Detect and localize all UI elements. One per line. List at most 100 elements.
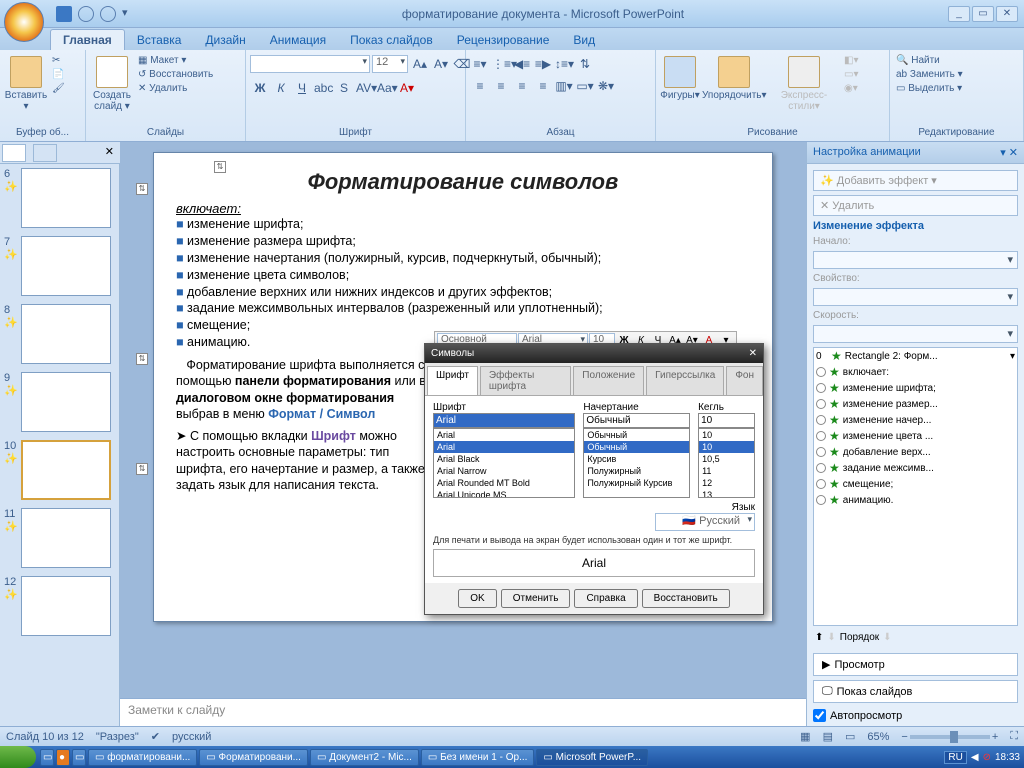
dlg-tab-font[interactable]: Шрифт — [427, 366, 478, 395]
style-listbox[interactable]: ОбычныйОбычныйКурсивПолужирныйПолужирный… — [583, 428, 690, 498]
grow-font-button[interactable]: A▴ — [410, 54, 430, 74]
list-item[interactable]: Обычный — [584, 429, 689, 441]
cut-button[interactable]: ✂ — [50, 54, 67, 67]
taskbar-item[interactable]: ▭ Документ2 - Mic... — [310, 749, 419, 766]
slideshow-button[interactable]: 🖵 Показ слайдов — [813, 680, 1018, 703]
slides-tab-icon[interactable] — [2, 144, 26, 162]
quicklaunch[interactable]: ▭ — [40, 749, 54, 766]
arrange-button[interactable]: Упорядочить▾ — [702, 54, 766, 101]
numbering-button[interactable]: ⋮≡▾ — [491, 54, 511, 74]
office-button[interactable] — [4, 2, 44, 42]
size-input[interactable]: 10 — [698, 413, 755, 428]
preview-button[interactable]: ▶ Просмотр — [813, 653, 1018, 676]
redo-icon[interactable] — [100, 6, 116, 22]
anim-item[interactable]: ★включает: — [814, 364, 1017, 380]
list-item[interactable]: Arial Narrow — [434, 465, 574, 477]
list-item[interactable]: Arial — [434, 441, 574, 453]
style-input[interactable]: Обычный — [583, 413, 690, 428]
taskbar-item[interactable]: ▭ Microsoft PowerP... — [536, 749, 648, 766]
qat-dropdown-icon[interactable]: ▾ — [122, 6, 138, 22]
add-effect-button[interactable]: ✨ Добавить эффект ▾ — [813, 170, 1018, 191]
anim-item[interactable]: ★изменение размер... — [814, 396, 1017, 412]
list-item[interactable]: Обычный — [584, 441, 689, 453]
underline-button[interactable]: Ч — [292, 78, 312, 98]
select-button[interactable]: ▭ Выделить ▾ — [894, 82, 965, 95]
thumbnail-8[interactable]: 8✨ — [4, 304, 115, 364]
dialog-close-icon[interactable]: ✕ — [749, 348, 757, 359]
language-status[interactable]: русский — [172, 731, 211, 743]
thumbnail-6[interactable]: 6✨ — [4, 168, 115, 228]
list-item[interactable]: Arial Rounded MT Bold — [434, 477, 574, 489]
anim-item[interactable]: ★задание межсимв... — [814, 460, 1017, 476]
replace-button[interactable]: ab Заменить ▾ — [894, 68, 965, 81]
bullets-button[interactable]: ≡▾ — [470, 54, 490, 74]
thumbnail-9[interactable]: 9✨ — [4, 372, 115, 432]
list-item[interactable]: 13 — [699, 489, 754, 498]
format-painter-button[interactable]: 🖌 — [50, 82, 67, 95]
zoom-in-icon[interactable]: + — [992, 731, 998, 743]
lang-combo[interactable]: 🇷🇺 Русский — [655, 513, 755, 531]
tab-design[interactable]: Дизайн — [193, 30, 257, 50]
delete-slide-button[interactable]: ✕ Удалить — [136, 82, 215, 95]
anim-item[interactable]: 0★Rectangle 2: Форм...▾ — [814, 348, 1017, 364]
tab-home[interactable]: Главная — [50, 29, 125, 50]
move-up-icon[interactable]: ⬆ — [815, 632, 823, 643]
font-size-combo[interactable]: 12 — [372, 55, 408, 73]
font-family-combo[interactable] — [250, 55, 370, 73]
list-item[interactable]: Arial — [434, 429, 574, 441]
quicklaunch[interactable]: ▭ — [72, 749, 86, 766]
dialog-titlebar[interactable]: Символы✕ — [425, 344, 763, 363]
anim-item[interactable]: ★смещение; — [814, 476, 1017, 492]
fit-to-window-icon[interactable]: ⛶ — [1010, 730, 1018, 743]
find-button[interactable]: 🔍 Найти — [894, 54, 965, 67]
zoom-level[interactable]: 65% — [867, 731, 889, 743]
italic-button[interactable]: К — [271, 78, 291, 98]
start-combo[interactable] — [813, 251, 1018, 269]
close-button[interactable]: ✕ — [996, 6, 1018, 22]
align-center-button[interactable]: ≡ — [491, 76, 511, 96]
list-item[interactable]: Полужирный — [584, 465, 689, 477]
tray-icon[interactable]: ⊘ — [983, 752, 991, 763]
minimize-button[interactable]: _ — [948, 6, 970, 22]
paste-button[interactable]: Вставить ▾ — [4, 54, 48, 112]
restore-button[interactable]: Восстановить — [642, 589, 730, 608]
thumbnail-12[interactable]: 12✨ — [4, 576, 115, 636]
placeholder-marker[interactable]: ⇅ — [136, 353, 148, 365]
char-spacing-button[interactable]: AV▾ — [355, 78, 375, 98]
cancel-button[interactable]: Отменить — [501, 589, 571, 608]
align-right-button[interactable]: ≡ — [512, 76, 532, 96]
ok-button[interactable]: OK — [458, 589, 496, 608]
autopreview-checkbox[interactable] — [813, 709, 826, 722]
align-text-button[interactable]: ▭▾ — [575, 76, 595, 96]
shape-effects-button[interactable]: ◉▾ — [842, 82, 860, 95]
shrink-font-button[interactable]: A▾ — [431, 54, 451, 74]
move-down-icon[interactable]: ⬇ — [827, 632, 835, 643]
anim-pane-close-icon[interactable]: ▾ ✕ — [1000, 146, 1018, 159]
anim-item[interactable]: ★изменение цвета ... — [814, 428, 1017, 444]
list-item[interactable]: Arial Black — [434, 453, 574, 465]
help-button[interactable]: Справка — [574, 589, 637, 608]
list-item[interactable]: 10 — [699, 429, 754, 441]
property-combo[interactable] — [813, 288, 1018, 306]
align-left-button[interactable]: ≡ — [470, 76, 490, 96]
zoom-slider[interactable]: −+ — [901, 731, 998, 743]
smartart-button[interactable]: ❋▾ — [596, 76, 616, 96]
indent-dec-button[interactable]: ◀≡ — [512, 54, 532, 74]
outline-tab-icon[interactable] — [33, 144, 57, 162]
copy-button[interactable]: 📄 — [50, 68, 67, 81]
taskbar-item[interactable]: ▭ Без имени 1 - Op... — [421, 749, 535, 766]
text-direction-button[interactable]: ⇅ — [575, 54, 595, 74]
thumbnail-10[interactable]: 10✨ — [4, 440, 115, 500]
bold-button[interactable]: Ж — [250, 78, 270, 98]
line-spacing-button[interactable]: ↕≡▾ — [554, 54, 574, 74]
shape-fill-button[interactable]: ◧▾ — [842, 54, 860, 67]
shadow-button[interactable]: S — [334, 78, 354, 98]
view-sorter-icon[interactable]: ▤ — [823, 730, 833, 743]
placeholder-marker[interactable]: ⇅ — [214, 161, 226, 173]
list-item[interactable]: 11 — [699, 465, 754, 477]
font-listbox[interactable]: ArialArialArial BlackArial NarrowArial R… — [433, 428, 575, 498]
layout-button[interactable]: ▦ Макет ▾ — [136, 54, 215, 67]
spell-check-icon[interactable]: ✔ — [151, 730, 160, 743]
anim-item[interactable]: ★добавление верх... — [814, 444, 1017, 460]
list-item[interactable]: Курсив — [584, 453, 689, 465]
